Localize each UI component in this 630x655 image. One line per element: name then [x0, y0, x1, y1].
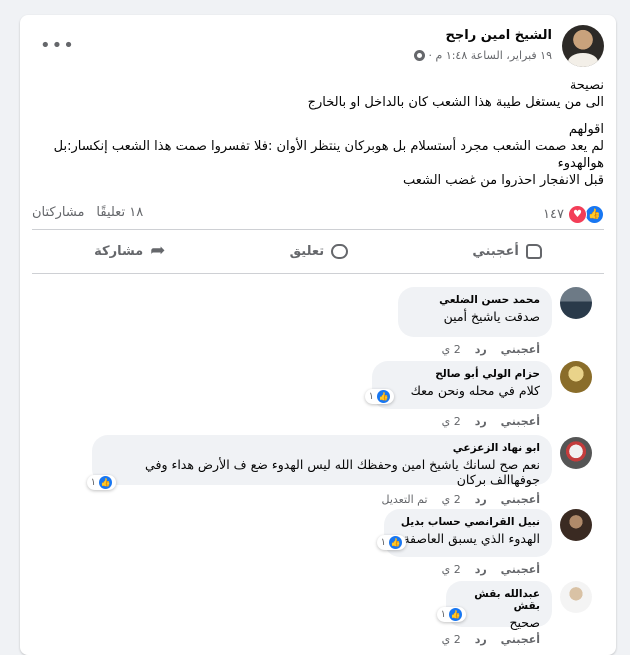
commenter-avatar[interactable] — [560, 509, 592, 541]
like-reaction-icon: 👍 — [99, 476, 112, 489]
like-reaction-icon: 👍 — [389, 536, 402, 549]
more-dots-icon[interactable]: ••• — [40, 35, 75, 56]
comment-like-link[interactable]: أعجبني — [501, 633, 540, 646]
comment-reply-link[interactable]: رد — [475, 563, 487, 576]
like-reaction-icon: 👍 — [377, 390, 390, 403]
commenter-name[interactable]: نبيل القرانصي حساب بديل — [396, 516, 540, 528]
post-header: الشيخ امين راجح ١٩ فبراير، الساعة ١:٤٨ م… — [32, 25, 604, 73]
comments-count[interactable]: ١٨ تعليقًا — [96, 205, 143, 220]
like-label: أعجبني — [472, 243, 519, 259]
comment-text: نعم صح لسانك ياشيخ امين وحفظك الله ليس ا… — [145, 457, 540, 487]
shares-count[interactable]: مشاركتان — [32, 205, 84, 220]
comment-actions: أعجبني رد 2 ي — [442, 633, 540, 646]
engagement-counts: ١٨ تعليقًا مشاركتان — [32, 205, 143, 220]
comment-actions: أعجبني رد 2 ي — [442, 563, 540, 576]
comment-bubble: نبيل القرانصي حساب بديل الهدوء الذي يسبق… — [384, 509, 552, 557]
share-label: مشاركة — [94, 243, 144, 259]
like-button[interactable]: أعجبني — [472, 243, 542, 259]
commenter-name[interactable]: حزام الولي أبو صالح — [384, 368, 540, 380]
comment-actions: أعجبني رد 2 ي — [442, 343, 540, 356]
comment-reaction-badge[interactable]: 👍 ١ — [376, 535, 406, 550]
commenter-name[interactable]: عبدالله بقش بقش — [458, 588, 540, 612]
comment-reaction-count: ١ — [368, 391, 374, 402]
post-text: نصيحة الى من يستغل طيبة هذا الشعب كان با… — [32, 77, 604, 189]
comment-edited-label[interactable]: تم التعديل — [381, 493, 427, 506]
comment-reaction-badge[interactable]: 👍 ١ — [436, 607, 466, 622]
post-timestamp[interactable]: ١٩ فبراير، الساعة ١:٤٨ م · — [429, 49, 553, 62]
comment-time[interactable]: 2 ي — [442, 633, 461, 646]
comment-reply-link[interactable]: رد — [475, 633, 487, 646]
commenter-name[interactable]: ابو نهاد الزعزعي — [104, 442, 540, 454]
comment-actions: أعجبني رد 2 ي — [442, 415, 540, 428]
comment-text: صحيح — [509, 615, 540, 630]
post-line: الى من يستغل طيبة هذا الشعب كان بالداخل … — [307, 95, 604, 110]
like-reaction-icon: 👍 — [449, 608, 462, 621]
post-line: نصيحة — [569, 78, 604, 93]
divider — [32, 273, 604, 274]
author-avatar[interactable] — [562, 25, 604, 67]
comment-like-link[interactable]: أعجبني — [501, 415, 540, 428]
comment-time[interactable]: 2 ي — [442, 343, 461, 356]
comment-reaction-badge[interactable]: 👍 ١ — [364, 389, 394, 404]
commenter-avatar[interactable] — [560, 361, 592, 393]
comment-actions: أعجبني رد 2 ي تم التعديل — [381, 493, 540, 506]
comment-bubble: ابو نهاد الزعزعي نعم صح لسانك ياشيخ امين… — [92, 435, 552, 487]
comment-text: صدقت ياشيخ أمين — [443, 309, 540, 324]
comment-text: الهدوء الذي يسبق العاصفة — [403, 531, 540, 546]
globe-icon — [413, 50, 425, 61]
comment-text: كلام في محله ونحن معك — [410, 383, 540, 398]
comment-bubble: حزام الولي أبو صالح كلام في محله ونحن مع… — [372, 361, 552, 409]
author-name[interactable]: الشيخ امين راجح — [446, 28, 552, 43]
comment-reaction-count: ١ — [380, 537, 386, 548]
commenter-name[interactable]: محمد حسن الضلعي — [410, 294, 540, 306]
comment-reaction-badge[interactable]: 👍 ١ — [86, 475, 116, 490]
post-actions: أعجبني تعليق ➦ مشاركة — [32, 231, 604, 271]
commenter-avatar[interactable] — [560, 287, 592, 319]
comment-like-link[interactable]: أعجبني — [501, 563, 540, 576]
comment-reaction-count: ١ — [440, 609, 446, 620]
share-arrow-icon: ➦ — [150, 240, 166, 261]
comment-button[interactable]: تعليق — [289, 243, 349, 259]
like-reaction-icon: 👍 — [585, 205, 604, 224]
comment-like-link[interactable]: أعجبني — [501, 493, 540, 506]
post-line: قبل الانفجار احذروا من غضب الشعب — [402, 173, 604, 188]
post-line: لم يعد صمت الشعب مجرد أستسلام بل هوبركان… — [53, 139, 604, 171]
commenter-avatar[interactable] — [560, 437, 592, 469]
post-card: الشيخ امين راجح ١٩ فبراير، الساعة ١:٤٨ م… — [20, 15, 616, 655]
comment-reaction-count: ١ — [90, 477, 96, 488]
comment-reply-link[interactable]: رد — [475, 493, 487, 506]
thumbs-up-icon — [525, 243, 542, 259]
comment-time[interactable]: 2 ي — [442, 563, 461, 576]
post-meta: ١٩ فبراير، الساعة ١:٤٨ م · — [413, 49, 553, 62]
comment-time[interactable]: 2 ي — [442, 415, 461, 428]
comment-reply-link[interactable]: رد — [475, 343, 487, 356]
comment-time[interactable]: 2 ي — [442, 493, 461, 506]
post-line: اقولهم — [568, 122, 604, 137]
reactions-summary[interactable]: 👍 ♥ ١٤٧ — [543, 205, 604, 224]
commenter-avatar[interactable] — [560, 581, 592, 613]
reactions-count: ١٤٧ — [543, 207, 564, 222]
comment-label: تعليق — [289, 243, 325, 259]
share-button[interactable]: ➦ مشاركة — [94, 242, 165, 260]
love-reaction-icon: ♥ — [568, 205, 587, 224]
comment-icon — [331, 243, 349, 259]
comment-bubble: محمد حسن الضلعي صدقت ياشيخ أمين — [398, 287, 552, 337]
post-stats: 👍 ♥ ١٤٧ ١٨ تعليقًا مشاركتان — [32, 205, 604, 225]
comment-like-link[interactable]: أعجبني — [501, 343, 540, 356]
comment-reply-link[interactable]: رد — [475, 415, 487, 428]
divider — [32, 229, 604, 230]
